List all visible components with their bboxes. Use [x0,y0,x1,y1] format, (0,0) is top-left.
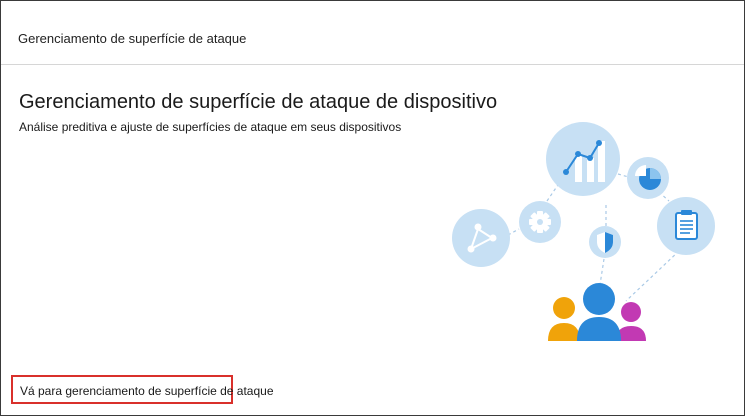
page-header: Gerenciamento de superfície de ataque [1,1,744,65]
page-title: Gerenciamento de superfície de ataque de… [19,91,498,113]
header-title: Gerenciamento de superfície de ataque [18,31,247,46]
page-frame: Gerenciamento de superfície de ataque Ge… [0,0,745,416]
page-subtitle: Análise preditiva e ajuste de superfície… [19,120,402,134]
pie-chart-icon [627,157,669,199]
link-label: Vá para gerenciamento de superfície de a… [20,384,274,398]
people-icon [548,283,646,341]
clipboard-icon [657,197,715,255]
go-to-attack-surface-management-link[interactable]: Vá para gerenciamento de superfície de a… [11,375,274,404]
chart-icon [546,122,620,196]
gear-icon [519,201,561,243]
shield-icon [589,226,621,258]
network-icon [452,209,510,267]
attack-surface-illustration [441,121,731,351]
